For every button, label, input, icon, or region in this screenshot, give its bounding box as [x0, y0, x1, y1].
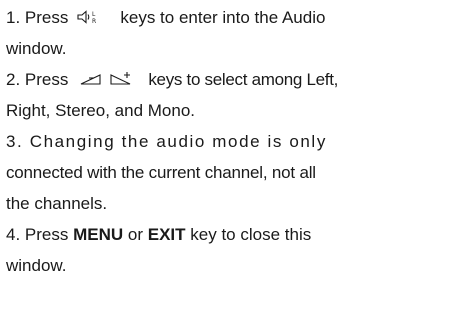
step-1-line-2: window. — [6, 33, 462, 64]
instruction-text-block: 1. Press L R keys to enter into the Audi… — [6, 2, 462, 281]
step-4-line-1: 4. Press MENU or EXIT key to close this — [6, 219, 462, 250]
step-4-press-text: 4. Press — [6, 225, 69, 244]
step-2-keys-text: keys to select among Left, — [148, 70, 339, 89]
exit-key-label: EXIT — [147, 225, 186, 244]
step-4-or-text: or — [127, 225, 144, 244]
step-3-line-1: 3. Changing the audio mode is only — [6, 126, 462, 157]
step-1-window-text: window. — [6, 39, 67, 58]
svg-text:R: R — [92, 18, 96, 25]
step-4-line-2: window. — [6, 250, 462, 281]
step-1-press-text: 1. Press — [6, 8, 69, 27]
step-4-window-text: window. — [6, 256, 67, 275]
step-1-keys-text: keys to enter into the Audio — [120, 8, 326, 27]
volume-plus-icon — [110, 71, 134, 87]
step-3-text-line-3: the channels. — [6, 194, 108, 213]
step-3-text-line-1: 3. Changing the audio mode is only — [6, 132, 327, 151]
step-3-line-3: the channels. — [6, 188, 462, 219]
step-3-text-line-2: connected with the current channel, not … — [6, 163, 316, 182]
step-2-options-text: Right, Stereo, and Mono. — [6, 101, 196, 120]
step-2-line-1: 2. Press keys to select among Left, — [6, 64, 462, 95]
menu-key-label: MENU — [73, 225, 124, 244]
step-1-line-1: 1. Press L R keys to enter into the Audi… — [6, 2, 462, 33]
svg-text:L: L — [92, 11, 96, 18]
step-4-close-text: key to close this — [190, 225, 312, 244]
step-2-line-2: Right, Stereo, and Mono. — [6, 95, 462, 126]
step-3-line-2: connected with the current channel, not … — [6, 157, 462, 188]
audio-speaker-lr-icon: L R — [76, 9, 100, 25]
volume-minus-icon — [80, 71, 102, 87]
step-2-press-text: 2. Press — [6, 70, 69, 89]
